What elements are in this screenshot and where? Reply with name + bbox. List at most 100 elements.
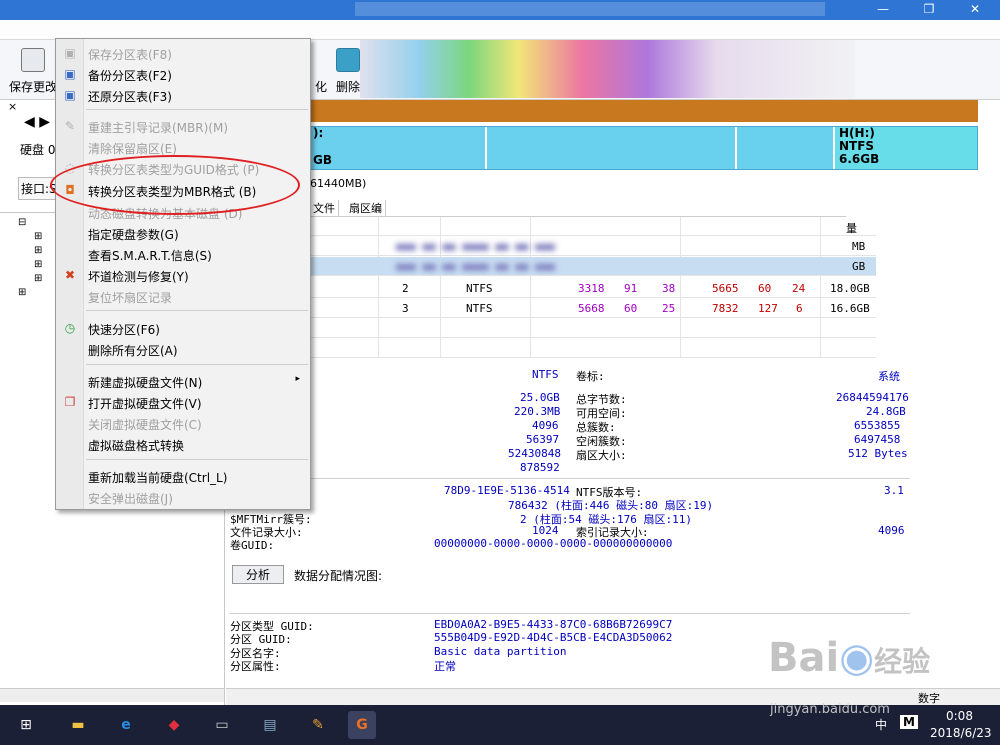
ime-indicator[interactable]: 中 xyxy=(875,716,887,733)
tree-expander-icon[interactable]: ⊞ xyxy=(34,259,42,270)
tree-expander-icon[interactable]: ⊞ xyxy=(34,273,42,284)
analyze-button[interactable]: 分析 xyxy=(232,565,284,584)
partition-size: MB xyxy=(852,240,866,253)
volume-guid-key: 卷GUID: xyxy=(230,539,275,552)
table-row-selected[interactable]: ■■■ ■■ ■■ ■■■■ ■■ ■■ ■■■ GB xyxy=(226,257,876,276)
partition-segment[interactable] xyxy=(735,127,835,169)
menu-item-rebuild-mbr[interactable]: ✎ 重建主引导记录(MBR)(M) xyxy=(56,116,310,136)
menu-item-dynamic-to-basic[interactable]: 动态磁盘转换为基本磁盘 (D) xyxy=(56,202,310,222)
clock-date[interactable]: 2018/6/23 xyxy=(930,726,992,740)
used-space: 220.3MB xyxy=(514,405,561,418)
menu-item-restore-partition-table[interactable]: ▣ 还原分区表(F3) xyxy=(56,85,310,105)
app-icon[interactable]: ◆ xyxy=(160,711,188,739)
delete-label: 删除 xyxy=(335,80,360,94)
file-record-size-value: 1024 xyxy=(532,524,559,537)
menu-item-smart-info[interactable]: 查看S.M.A.R.T.信息(S) xyxy=(56,244,310,264)
tree-expander-icon[interactable]: ⊞ xyxy=(34,245,42,256)
menu-item-reload-disk[interactable]: 重新加载当前硬盘(Ctrl_L) xyxy=(56,466,310,486)
disk-label: 硬盘 0 xyxy=(20,143,56,157)
size-column-header: 量 xyxy=(846,222,857,235)
disk-nav-arrows-icon[interactable]: ◀ ▶ xyxy=(24,114,50,130)
menu-separator xyxy=(86,109,308,110)
baidu-watermark-logo: Bai◉经验 xyxy=(768,635,931,681)
ime-mode-indicator[interactable]: M xyxy=(900,715,918,729)
tree-expander-icon[interactable]: ⊞ xyxy=(18,287,26,298)
table-row[interactable]: 2 NTFS 3318 91 38 5665 60 24 18.0GB xyxy=(226,279,876,298)
minimize-button[interactable]: — xyxy=(860,0,906,20)
menu-item-convert-to-guid[interactable]: ◌ 转换分区表类型为GUID格式 (P) xyxy=(56,158,310,178)
menu-item-reset-bad-sector-record[interactable]: 复位坏扇区记录 xyxy=(56,286,310,306)
menu-separator xyxy=(86,364,308,365)
clock-time[interactable]: 0:08 xyxy=(946,709,973,723)
partition-seq: 3 xyxy=(402,302,409,315)
delete-icon xyxy=(336,48,360,72)
partition-name-value: Basic data partition xyxy=(434,645,567,658)
submenu-arrow-icon: ▸ xyxy=(295,374,300,384)
disk-save-icon xyxy=(21,48,45,72)
disk-header-bar xyxy=(310,100,978,122)
divider xyxy=(230,478,910,479)
menu-item-backup-partition-table[interactable]: ▣ 备份分区表(F2) xyxy=(56,64,310,84)
menu-item-convert-to-mbr[interactable]: ◘ 转换分区表类型为MBR格式 (B) xyxy=(56,180,310,200)
menu-item-specify-disk-params[interactable]: 指定硬盘参数(G) xyxy=(56,223,310,243)
total-clusters-value: 6553855 xyxy=(854,419,901,432)
horizontal-scrollbar[interactable] xyxy=(0,688,224,702)
end-cylinder: 5665 xyxy=(712,282,739,295)
file-explorer-icon[interactable]: ▬ xyxy=(64,711,92,739)
restore-button[interactable]: ❐ xyxy=(906,0,952,20)
tree-expander-icon[interactable]: ⊟ xyxy=(18,217,26,228)
table-row[interactable]: 3 NTFS 5668 60 25 7832 127 6 16.6GB xyxy=(226,299,876,318)
start-sector: 38 xyxy=(662,282,676,295)
internet-explorer-icon[interactable]: e xyxy=(112,711,140,739)
backup-icon: ▣ xyxy=(64,67,76,81)
network-app-icon[interactable]: ▤ xyxy=(256,711,284,739)
paint-app-icon[interactable]: ✎ xyxy=(304,711,332,739)
save-changes-button[interactable]: 保存更改 xyxy=(8,46,58,95)
menu-separator xyxy=(86,459,308,460)
fs-type: NTFS xyxy=(532,368,559,381)
menu-item-quick-partition[interactable]: ◷ 快速分区(F6) xyxy=(56,318,310,338)
convert-mbr-icon: ◘ xyxy=(65,183,75,197)
menu-item-bad-sector-repair[interactable]: ✖ 坏道检测与修复(Y) xyxy=(56,265,310,285)
close-button[interactable]: ✕ xyxy=(952,0,998,20)
menu-item-safely-eject-disk[interactable]: 安全弹出磁盘(J) xyxy=(56,487,310,507)
disk-partition-bar[interactable]: ): GB H(H:) NTFS 6.6GB xyxy=(226,126,978,170)
end-sector: 6 xyxy=(796,302,803,315)
partition-size: 18.0GB xyxy=(830,282,870,295)
menu-item-convert-virtual-disk-format[interactable]: 虚拟磁盘格式转换 xyxy=(56,434,310,454)
interface-label: 接口:S xyxy=(18,177,60,200)
partition-segment[interactable]: H(H:) NTFS 6.6GB xyxy=(833,127,977,169)
panel-close-icon[interactable]: × xyxy=(8,100,17,113)
start-windows-icon[interactable]: ⊞ xyxy=(12,711,40,739)
tree-expander-icon[interactable]: ⊞ xyxy=(34,231,42,242)
menu-item-save-partition-table[interactable]: ▣ 保存分区表(F8) xyxy=(56,43,310,63)
table-row[interactable]: ■■■ ■■ ■■ ■■■■ ■■ ■■ ■■■ MB xyxy=(226,237,876,256)
tab-files[interactable]: 文件 xyxy=(310,200,339,216)
menu-item-clear-reserved-sectors[interactable]: 清除保留扇区(E) xyxy=(56,137,310,157)
command-prompt-icon[interactable]: ▭ xyxy=(208,711,236,739)
partition-segment[interactable] xyxy=(485,127,737,169)
total-size: 25.0GB xyxy=(520,391,560,404)
volume-serial: 78D9-1E9E-5136-4514 xyxy=(444,484,570,497)
end-sector: 24 xyxy=(792,282,806,295)
blurred-toolbar-area xyxy=(360,40,855,98)
partition-fs: NTFS xyxy=(466,282,493,295)
watermark-url: jingyan.baidu.com xyxy=(770,702,890,717)
partition-size: 16.6GB xyxy=(830,302,870,315)
partition-segment[interactable]: ): GB xyxy=(307,127,487,169)
title-bar: — ❐ ✕ xyxy=(0,0,1000,20)
partition-guid-value: 555B04D9-E92D-4D4C-B5CB-E4CDA3D50062 xyxy=(434,631,673,644)
numlock-indicator: 数字 xyxy=(918,692,940,705)
diskgenius-taskbar-icon[interactable]: G xyxy=(348,711,376,739)
menu-separator xyxy=(86,310,308,311)
restore-icon: ▣ xyxy=(64,88,76,102)
free-clusters-value: 6497458 xyxy=(854,433,901,446)
start-sector: 25 xyxy=(662,302,676,315)
rebuild-mbr-icon: ✎ xyxy=(64,119,76,133)
end-head: 60 xyxy=(758,282,772,295)
menu-item-delete-all-partitions[interactable]: 删除所有分区(A) xyxy=(56,339,310,359)
tab-sector-editor[interactable]: 扇区编 xyxy=(346,200,386,216)
menu-item-open-virtual-disk[interactable]: ❐ 打开虚拟硬盘文件(V) xyxy=(56,392,310,412)
menu-item-close-virtual-disk[interactable]: 关闭虚拟硬盘文件(C) xyxy=(56,413,310,433)
menu-item-new-virtual-disk[interactable]: 新建虚拟硬盘文件(N) ▸ xyxy=(56,371,310,391)
